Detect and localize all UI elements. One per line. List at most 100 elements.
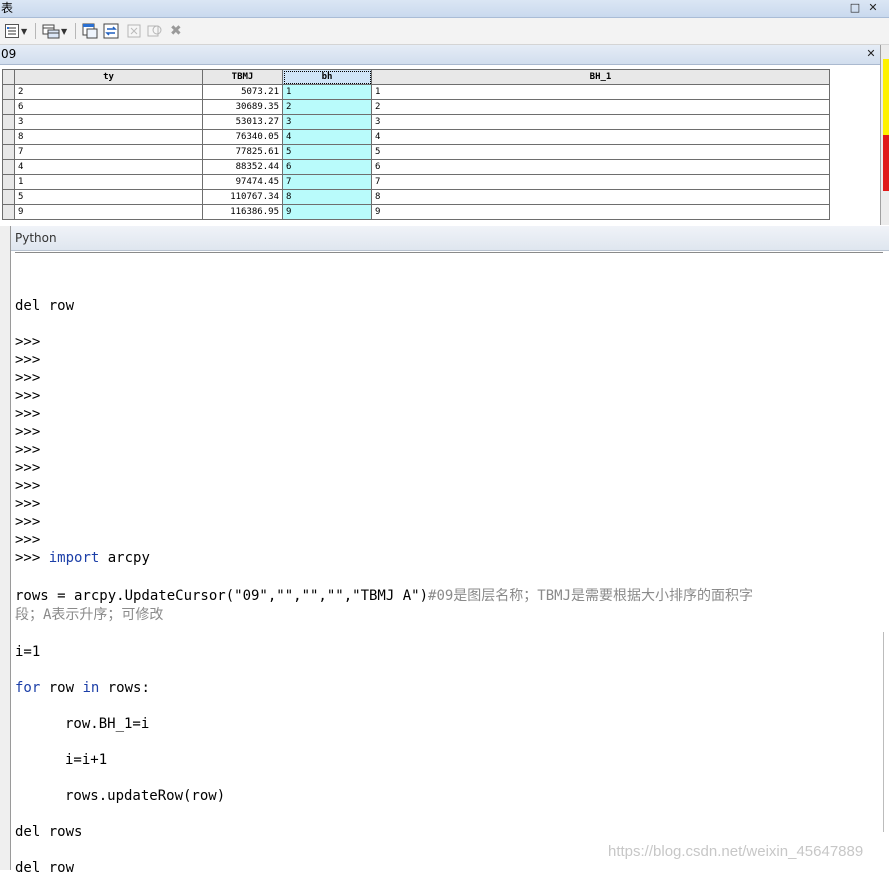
- prompt: >>>: [15, 406, 41, 422]
- cell-ty[interactable]: 7: [14, 144, 203, 160]
- table-options-icon: [5, 24, 19, 38]
- cell-tbmj[interactable]: 88352.44: [202, 159, 283, 175]
- cell-bh-1[interactable]: 4: [371, 129, 830, 145]
- cell-ty[interactable]: 1: [14, 174, 203, 190]
- restore-icon[interactable]: □: [848, 0, 862, 16]
- table-options-button[interactable]: ▼: [4, 22, 27, 40]
- close-window-icon[interactable]: ✕: [866, 0, 880, 16]
- column-header-ty[interactable]: ty: [14, 69, 203, 85]
- cell-tbmj[interactable]: 110767.34: [202, 189, 283, 205]
- cell-bh[interactable]: 3: [282, 114, 372, 130]
- map-preview-strip: [880, 45, 889, 225]
- switch-selection-icon: [103, 23, 119, 39]
- code-comment-cont: 段；A表示升序；可修改: [15, 607, 164, 623]
- cell-ty[interactable]: 6: [14, 99, 203, 115]
- row-selector[interactable]: [2, 144, 15, 160]
- table-row[interactable]: 6 30689.35 2 2: [2, 99, 830, 115]
- cell-tbmj[interactable]: 97474.45: [202, 174, 283, 190]
- switch-selection-button[interactable]: [103, 22, 119, 40]
- clear-selection-button[interactable]: [126, 22, 142, 40]
- select-by-attributes-button[interactable]: [82, 22, 98, 40]
- close-layer-icon[interactable]: ✕: [864, 46, 878, 62]
- cell-bh[interactable]: 1: [282, 84, 372, 100]
- cursor-line: rows = arcpy.UpdateCursor("09","","","",…: [15, 587, 753, 605]
- right-scrollbar[interactable]: [883, 632, 889, 832]
- prompt: >>>: [15, 388, 41, 404]
- row-selector[interactable]: [2, 189, 15, 205]
- cell-tbmj[interactable]: 76340.05: [202, 129, 283, 145]
- column-header-bh[interactable]: bh: [282, 69, 372, 85]
- related-tables-icon: [42, 24, 60, 39]
- cell-bh[interactable]: 7: [282, 174, 372, 190]
- cell-tbmj[interactable]: 116386.95: [202, 204, 283, 220]
- table-row[interactable]: 9 116386.95 9 9: [2, 204, 830, 220]
- cell-bh[interactable]: 5: [282, 144, 372, 160]
- cell-ty[interactable]: 2: [14, 84, 203, 100]
- prompt: >>>: [15, 352, 41, 368]
- keyword-in: in: [82, 680, 100, 696]
- code-line: del row: [15, 298, 75, 314]
- cell-ty[interactable]: 4: [14, 159, 203, 175]
- toolbar-separator: [35, 23, 36, 39]
- python-console[interactable]: del row >>> >>> >>> >>> >>> >>> >>> >>> …: [15, 252, 883, 876]
- cell-bh-1[interactable]: 8: [371, 189, 830, 205]
- delete-selected-icon[interactable]: ✖: [170, 22, 182, 40]
- cell-tbmj[interactable]: 77825.61: [202, 144, 283, 160]
- cell-bh-1[interactable]: 3: [371, 114, 830, 130]
- code-line: rows.updateRow(row): [65, 788, 226, 804]
- table-row[interactable]: 7 77825.61 5 5: [2, 144, 830, 160]
- cell-bh-1[interactable]: 7: [371, 174, 830, 190]
- layer-name[interactable]: 09: [1, 45, 16, 64]
- cell-tbmj[interactable]: 5073.21: [202, 84, 283, 100]
- cell-ty[interactable]: 5: [14, 189, 203, 205]
- toolbar-separator: [75, 23, 76, 39]
- row-selector[interactable]: [2, 159, 15, 175]
- row-selector[interactable]: [2, 99, 15, 115]
- table-row[interactable]: 3 53013.27 3 3: [2, 114, 830, 130]
- cell-bh[interactable]: 4: [282, 129, 372, 145]
- prompt: >>>: [15, 460, 41, 476]
- table-row[interactable]: 8 76340.05 4 4: [2, 129, 830, 145]
- code-line: del row: [15, 860, 75, 876]
- cell-ty[interactable]: 8: [14, 129, 203, 145]
- code-line: i=i+1: [65, 752, 108, 768]
- row-selector[interactable]: [2, 204, 15, 220]
- row-selector[interactable]: [2, 114, 15, 130]
- keyword-import: import: [48, 550, 100, 566]
- table-row[interactable]: 5 110767.34 8 8: [2, 189, 830, 205]
- cell-bh[interactable]: 8: [282, 189, 372, 205]
- watermark-text: https://blog.csdn.net/weixin_45647889: [608, 843, 864, 860]
- table-row[interactable]: 4 88352.44 6 6: [2, 159, 830, 175]
- zoom-to-selected-button[interactable]: [147, 22, 163, 40]
- column-header-bh-1[interactable]: BH_1: [371, 69, 830, 85]
- cell-bh-1[interactable]: 5: [371, 144, 830, 160]
- prompt: >>>: [15, 550, 41, 566]
- window-title: 表: [1, 1, 14, 15]
- prompt: >>>: [15, 532, 41, 548]
- cell-tbmj[interactable]: 53013.27: [202, 114, 283, 130]
- cell-ty[interactable]: 9: [14, 204, 203, 220]
- column-header-tbmj[interactable]: TBMJ: [202, 69, 283, 85]
- cell-bh[interactable]: 2: [282, 99, 372, 115]
- row-selector[interactable]: [2, 174, 15, 190]
- related-tables-button[interactable]: ▼: [42, 22, 67, 40]
- prompt: >>>: [15, 478, 41, 494]
- cell-ty[interactable]: 3: [14, 114, 203, 130]
- cell-bh[interactable]: 6: [282, 159, 372, 175]
- prompt: >>>: [15, 424, 41, 440]
- cell-bh-1[interactable]: 6: [371, 159, 830, 175]
- cell-tbmj[interactable]: 30689.35: [202, 99, 283, 115]
- cell-bh-1[interactable]: 9: [371, 204, 830, 220]
- select-by-attributes-icon: [82, 23, 98, 39]
- cell-bh[interactable]: 9: [282, 204, 372, 220]
- row-selector[interactable]: [2, 129, 15, 145]
- cell-bh-1[interactable]: 1: [371, 84, 830, 100]
- code-comment: #09是图层名称；TBMJ是需要根据大小排序的面积字: [428, 588, 754, 604]
- cell-bh-1[interactable]: 2: [371, 99, 830, 115]
- table-row[interactable]: 1 97474.45 7 7: [2, 174, 830, 190]
- row-selector[interactable]: [2, 84, 15, 100]
- code-line: row.BH_1=i: [65, 716, 150, 732]
- import-line: >>> import arcpy: [15, 549, 150, 567]
- row-header-corner[interactable]: [2, 69, 15, 85]
- table-row[interactable]: 2 5073.21 1 1: [2, 84, 830, 100]
